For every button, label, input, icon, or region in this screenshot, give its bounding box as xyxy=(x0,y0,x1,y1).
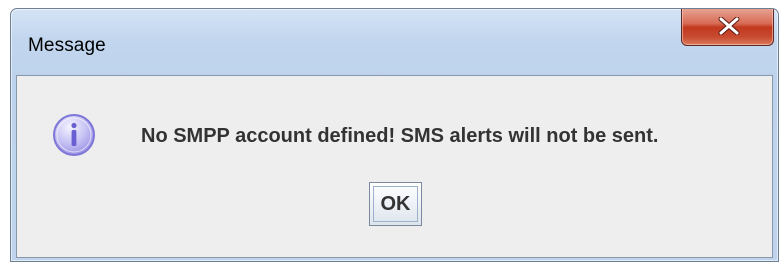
ok-button[interactable]: OK xyxy=(369,182,422,226)
dialog-content: No SMPP account defined! SMS alerts will… xyxy=(16,75,773,258)
close-icon xyxy=(718,17,740,35)
info-icon xyxy=(53,114,95,156)
dialog-title: Message xyxy=(28,35,106,56)
ok-button-label: OK xyxy=(373,186,418,222)
message-text: No SMPP account defined! SMS alerts will… xyxy=(141,125,659,147)
close-button[interactable] xyxy=(681,9,774,46)
message-dialog: Message No SMPP account defined! SMS ale… xyxy=(10,8,779,262)
